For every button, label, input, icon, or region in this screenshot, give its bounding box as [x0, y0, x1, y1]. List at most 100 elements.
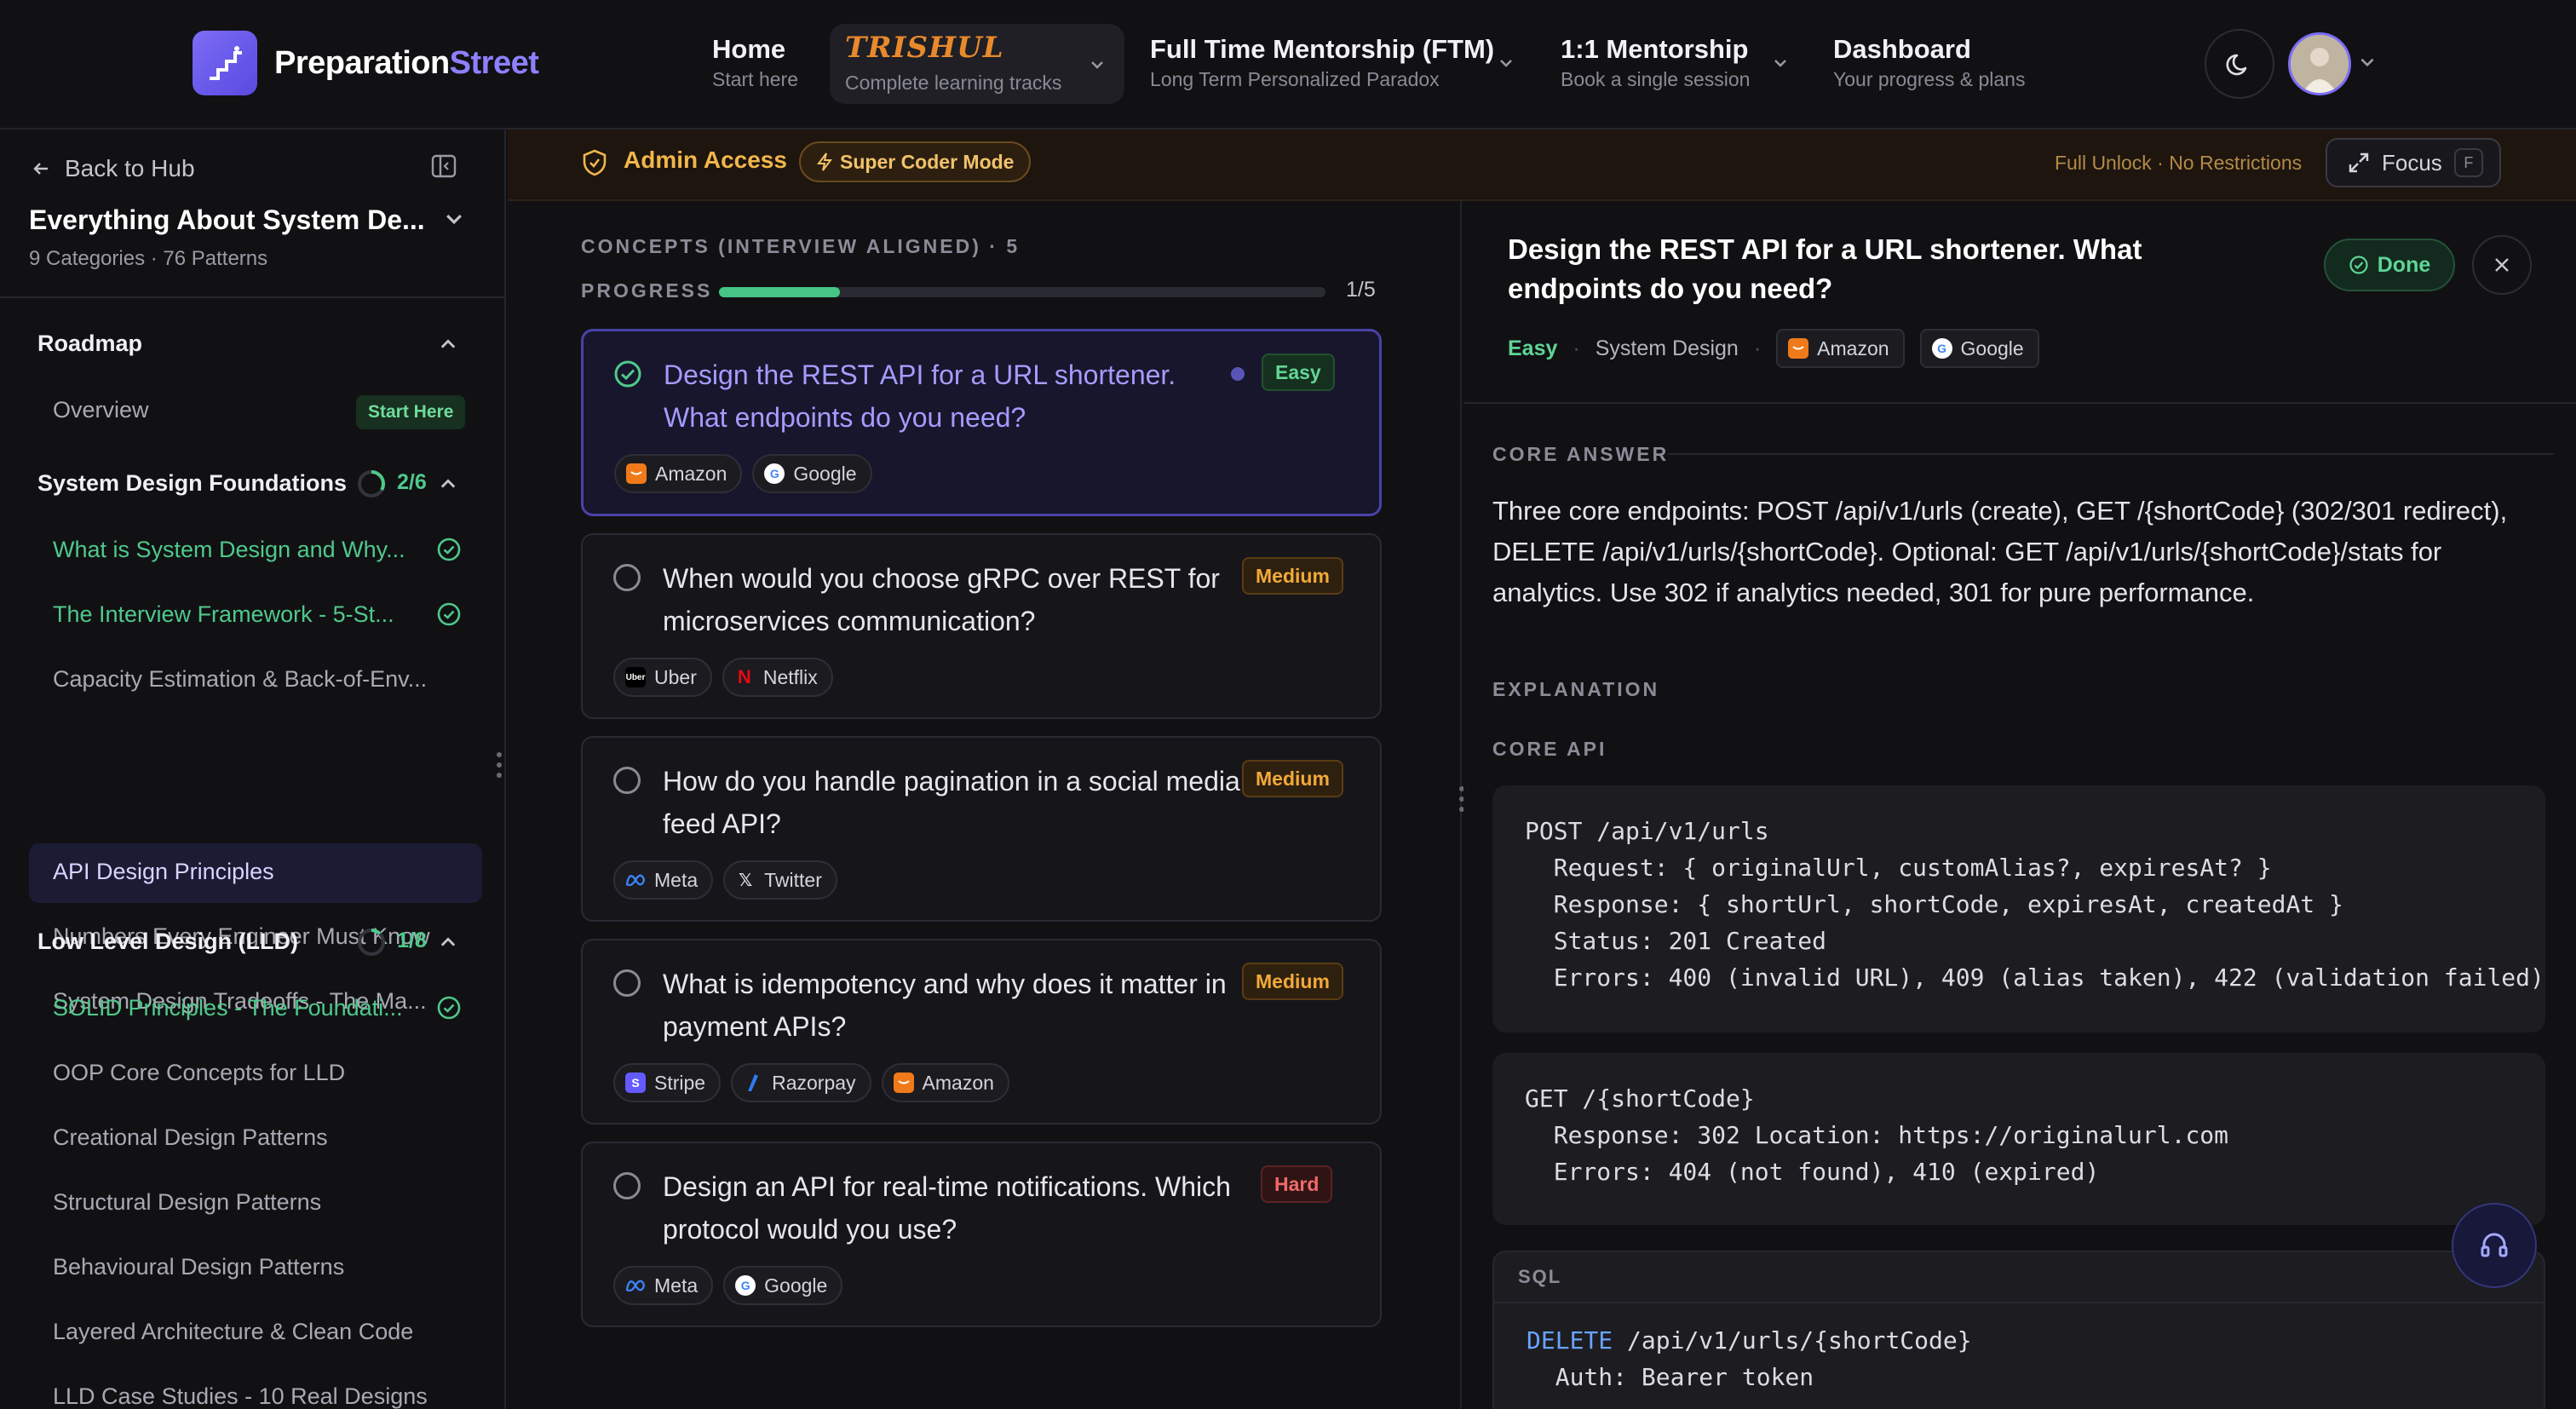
- course-meta: 9 Categories · 76 Patterns: [29, 247, 268, 270]
- focus-button[interactable]: Focus F: [2326, 138, 2501, 187]
- sidebar-item-oop[interactable]: OOP Core Concepts for LLD: [53, 1060, 345, 1086]
- sidebar-item-behavioural[interactable]: Behavioural Design Patterns: [53, 1254, 344, 1280]
- divider: [1463, 402, 2576, 404]
- back-to-hub-link[interactable]: Back to Hub: [31, 155, 195, 182]
- company-tag: 𝕏 Twitter: [723, 860, 837, 900]
- sidebar-item-creational[interactable]: Creational Design Patterns: [53, 1124, 328, 1151]
- chevron-down-icon[interactable]: [1772, 55, 1789, 72]
- status-radio[interactable]: [613, 564, 641, 591]
- chevron-up-icon[interactable]: [438, 474, 458, 494]
- check-circle-icon[interactable]: [612, 359, 643, 389]
- sidebar-item-overview[interactable]: Overview: [53, 397, 149, 423]
- question-card[interactable]: Design an API for real-time notification…: [581, 1142, 1382, 1327]
- company-tag: Meta: [613, 1266, 714, 1305]
- code-content: POST /api/v1/urls Request: { originalUrl…: [1525, 817, 2544, 992]
- start-here-badge: Start Here: [356, 395, 466, 429]
- x-twitter-icon: 𝕏: [739, 871, 753, 890]
- resize-handle[interactable]: [494, 750, 504, 780]
- check-circle-icon: [437, 602, 461, 626]
- sidebar-item-solid[interactable]: SOLID Principles - The Foundati...: [53, 995, 403, 1021]
- code-block: GET /{shortCode} Response: 302 Location:…: [1492, 1053, 2545, 1225]
- theme-toggle-button[interactable]: [2205, 29, 2274, 99]
- nav-ftm-sub: Long Term Personalized Paradox: [1150, 68, 1440, 90]
- sidebar-item-capacity-estimation[interactable]: Capacity Estimation & Back-of-Env...: [53, 666, 427, 693]
- question-card[interactable]: Design the REST API for a URL shortener.…: [581, 329, 1382, 516]
- code-text: Auth: Bearer token: [1527, 1363, 1814, 1391]
- sidebar-collapse-icon[interactable]: [429, 152, 458, 181]
- user-photo: [2291, 35, 2349, 93]
- chevron-up-icon[interactable]: [438, 334, 458, 354]
- question-title[interactable]: Design an API for real-time notification…: [663, 1165, 1242, 1251]
- roadmap-section-header[interactable]: Roadmap: [37, 331, 142, 357]
- difficulty-badge: Medium: [1242, 760, 1343, 797]
- concepts-header: CONCEPTS (INTERVIEW ALIGNED) · 5: [581, 235, 1021, 257]
- tag-label: Meta: [654, 1274, 699, 1297]
- super-coder-label: Super Coder Mode: [840, 150, 1015, 173]
- amazon-icon: [893, 1073, 914, 1093]
- progress-ring: [358, 929, 385, 956]
- course-title[interactable]: Everything About System De...: [29, 204, 425, 236]
- progress-label: PROGRESS: [581, 279, 713, 302]
- status-radio[interactable]: [613, 969, 641, 997]
- check-circle-icon: [437, 538, 461, 561]
- meta-icon: [625, 870, 646, 890]
- admin-bar: Admin Access Super Coder Mode Full Unloc…: [508, 129, 2576, 201]
- company-tag: G Google: [723, 1266, 843, 1305]
- top-navbar: PreparationStreet Home Start here TRISHU…: [0, 0, 2576, 129]
- detail-meta: Easy · System Design · Amazon G Google: [1508, 329, 2039, 368]
- close-icon: [2495, 258, 2509, 272]
- sidebar-item-interview-framework[interactable]: The Interview Framework - 5-St...: [53, 601, 394, 628]
- question-title[interactable]: When would you choose gRPC over REST for…: [663, 557, 1242, 642]
- done-button[interactable]: Done: [2324, 239, 2455, 291]
- close-button[interactable]: [2472, 235, 2532, 295]
- chevron-down-icon: [1091, 61, 1103, 69]
- question-detail-panel: Design the REST API for a URL shortener.…: [1463, 201, 2576, 1409]
- code-content: DELETE /api/v1/urls/{shortCode} Auth: Be…: [1494, 1303, 2544, 1409]
- current-indicator-dot: [1231, 367, 1245, 381]
- support-button[interactable]: [2452, 1203, 2537, 1288]
- tag-label: Netflix: [762, 665, 818, 688]
- brand-logo[interactable]: PreparationStreet: [193, 31, 539, 95]
- divider: [1668, 453, 2554, 455]
- company-tag: Uber Uber: [613, 658, 712, 697]
- chevron-up-icon[interactable]: [438, 932, 458, 952]
- question-card[interactable]: When would you choose gRPC over REST for…: [581, 533, 1382, 719]
- tag-label: Stripe: [654, 1071, 706, 1094]
- nav-ftm[interactable]: Full Time Mentorship (FTM) Long Term Per…: [1150, 34, 1494, 91]
- status-radio[interactable]: [613, 767, 641, 794]
- chevron-down-icon[interactable]: [443, 208, 465, 230]
- question-card[interactable]: What is idempotency and why does it matt…: [581, 939, 1382, 1124]
- tag-label: Twitter: [764, 868, 822, 891]
- nav-home[interactable]: Home Start here: [712, 34, 798, 91]
- sidebar-item-what-is-system-design[interactable]: What is System Design and Why...: [53, 537, 405, 563]
- section-progress-count: 1/8: [397, 929, 427, 952]
- section-header-lld[interactable]: Low Level Design (LLD): [37, 929, 298, 955]
- avatar[interactable]: [2288, 32, 2351, 95]
- nav-home-title: Home: [712, 34, 786, 64]
- nav-trishul-sub: Complete learning tracks: [845, 72, 1062, 94]
- question-title[interactable]: What is idempotency and why does it matt…: [663, 963, 1242, 1048]
- chevron-down-icon[interactable]: [1498, 55, 1515, 72]
- shield-check-icon: [583, 149, 607, 176]
- nav-one-on-one[interactable]: 1:1 Mentorship Book a single session: [1561, 34, 1750, 91]
- question-title[interactable]: How do you handle pagination in a social…: [663, 760, 1242, 845]
- status-radio[interactable]: [613, 1172, 641, 1199]
- nav-trishul[interactable]: TRISHUL Complete learning tracks: [830, 24, 1124, 104]
- company-tag: Razorpay: [731, 1063, 871, 1102]
- sidebar-item-layered[interactable]: Layered Architecture & Clean Code: [53, 1319, 413, 1345]
- uber-icon: Uber: [625, 667, 646, 687]
- detail-title: Design the REST API for a URL shortener.…: [1508, 233, 2142, 304]
- nav-dashboard[interactable]: Dashboard Your progress & plans: [1833, 34, 2025, 91]
- sidebar-item-lld-case-studies[interactable]: LLD Case Studies - 10 Real Designs: [53, 1383, 428, 1409]
- full-unlock-text: Full Unlock · No Restrictions: [2055, 152, 2303, 174]
- tag-label: Google: [793, 462, 857, 485]
- question-card[interactable]: How do you handle pagination in a social…: [581, 736, 1382, 922]
- sidebar-item-structural[interactable]: Structural Design Patterns: [53, 1189, 321, 1216]
- code-language-label: SQL: [1494, 1252, 2544, 1303]
- divider: [0, 296, 504, 298]
- question-title[interactable]: Design the REST API for a URL shortener.…: [664, 354, 1243, 439]
- sidebar-item-api-design[interactable]: API Design Principles: [53, 859, 274, 885]
- amazon-icon: [626, 463, 647, 484]
- chevron-down-icon[interactable]: [2358, 53, 2377, 72]
- section-header-foundations[interactable]: System Design Foundations: [37, 470, 347, 497]
